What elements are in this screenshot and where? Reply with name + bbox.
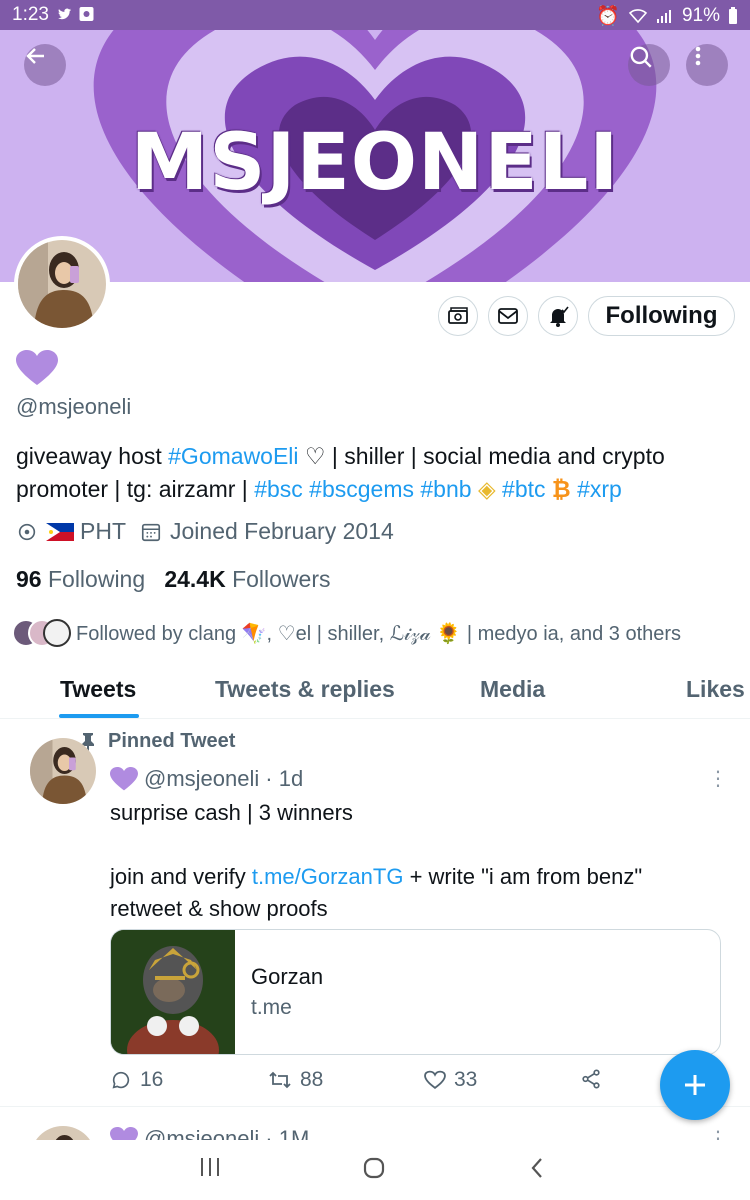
notification-icon — [79, 7, 94, 21]
calendar-icon — [141, 523, 161, 541]
location-icon — [18, 523, 36, 540]
card-thumbnail — [111, 930, 235, 1054]
hashtag-link[interactable]: #btc — [502, 476, 545, 502]
tab-media[interactable]: Media — [480, 676, 545, 703]
followers-count-link[interactable]: 24.4K Followers — [164, 566, 330, 592]
banner-title: MSJEONELI — [130, 118, 620, 208]
tab-likes[interactable]: Likes — [686, 676, 745, 703]
message-button[interactable] — [488, 296, 528, 336]
battery-icon — [729, 7, 737, 24]
reply-button[interactable]: 16 — [110, 1068, 163, 1092]
card-domain: t.me — [251, 996, 292, 1019]
search-icon — [630, 46, 652, 68]
battery-percent: 91% — [681, 5, 720, 26]
follow-counts: 96 Following 24.4K Followers — [16, 566, 331, 593]
tab-tweets-replies[interactable]: Tweets & replies — [215, 676, 395, 703]
bitcoin-icon: ₿ — [551, 476, 571, 502]
tweet-link[interactable]: t.me/GorzanTG — [252, 864, 404, 889]
share-button[interactable] — [580, 1068, 602, 1090]
status-bar: 1:23 ⏰ 91% — [0, 0, 750, 30]
hashtag-link[interactable]: #bsc — [254, 476, 303, 502]
recent-apps-icon[interactable] — [198, 1156, 222, 1178]
tweet-text: surprise cash | 3 winners join and verif… — [110, 800, 643, 921]
wifi-icon — [628, 9, 648, 24]
tweet-time: · 1d — [265, 766, 304, 791]
bnb-coin-icon: ◈ — [477, 476, 496, 502]
profile-banner: MSJEONELI — [0, 30, 750, 282]
share-icon — [582, 1069, 600, 1089]
tip-button[interactable] — [438, 296, 478, 336]
profile-avatar[interactable] — [14, 236, 110, 332]
signal-icon — [656, 10, 671, 23]
avatar-photo — [30, 738, 96, 804]
following-button[interactable]: Following — [588, 296, 735, 336]
display-name-heart-icon — [16, 350, 58, 385]
arrow-left-icon — [26, 48, 44, 64]
tab-tweets[interactable]: Tweets — [60, 676, 136, 703]
tweet-more-icon[interactable]: ⋮ — [708, 766, 728, 791]
profile-bio: giveaway host #GomawoEli ♡ | shiller | s… — [16, 443, 665, 502]
profile-joined-date: Joined February 2014 — [170, 518, 394, 544]
active-tab-indicator — [59, 714, 139, 718]
like-button[interactable]: 33 — [424, 1068, 477, 1092]
compose-tweet-button[interactable] — [660, 1050, 730, 1120]
money-icon — [448, 307, 468, 324]
heart-icon — [110, 767, 138, 791]
system-nav-bar — [0, 1140, 750, 1200]
alarm-icon: ⏰ — [596, 6, 620, 27]
followed-by-row[interactable]: Followed by clang 🪁, ♡el | shiller, ℒ𝒾𝓏𝒶… — [12, 618, 681, 648]
back-nav-icon[interactable] — [528, 1156, 546, 1180]
link-card[interactable]: Gorzan t.me — [110, 929, 721, 1055]
retweet-button[interactable]: 88 — [268, 1068, 323, 1092]
hashtag-link[interactable]: #bnb — [420, 476, 471, 502]
tweet-header: @msjeoneli · 1d — [110, 766, 303, 792]
plus-icon — [685, 1075, 705, 1095]
heart-outline-icon — [424, 1070, 446, 1089]
bell-check-icon — [550, 306, 569, 327]
tweet-handle[interactable]: @msjeoneli — [144, 766, 259, 792]
retweet-icon — [269, 1071, 291, 1089]
home-icon[interactable] — [362, 1156, 386, 1180]
hashtag-link[interactable]: #bscgems — [309, 476, 414, 502]
search-button[interactable] — [628, 44, 670, 86]
mutual-followers-avatars — [12, 619, 71, 647]
status-time: 1:23 — [12, 4, 49, 25]
tweet-author-avatar[interactable] — [30, 738, 96, 804]
reply-icon — [112, 1071, 130, 1089]
envelope-icon — [498, 308, 518, 324]
vertical-dots-icon — [695, 46, 701, 66]
tweet-divider — [0, 1106, 750, 1107]
hashtag-link[interactable]: #xrp — [577, 476, 622, 502]
avatar-photo — [18, 240, 106, 328]
gorilla-image — [111, 930, 235, 1054]
following-count-link[interactable]: 96 Following — [16, 566, 145, 592]
followed-by-text: Followed by clang 🪁, ♡el | shiller, ℒ𝒾𝓏𝒶… — [76, 622, 682, 645]
notifications-button[interactable] — [538, 296, 578, 336]
twitter-notification-icon — [57, 8, 72, 20]
profile-meta: PHT Joined February 2014 — [16, 518, 394, 545]
profile-tabs: Tweets Tweets & replies Media Likes — [0, 664, 750, 719]
profile-location: PHT — [80, 518, 126, 544]
pinned-label: Pinned Tweet — [80, 730, 235, 753]
card-title: Gorzan — [251, 964, 324, 989]
back-button[interactable] — [24, 44, 66, 86]
profile-handle: @msjeoneli — [16, 394, 132, 419]
more-options-button[interactable] — [686, 44, 728, 86]
philippines-flag-icon — [46, 522, 74, 541]
hashtag-link[interactable]: #GomawoEli — [168, 443, 298, 469]
